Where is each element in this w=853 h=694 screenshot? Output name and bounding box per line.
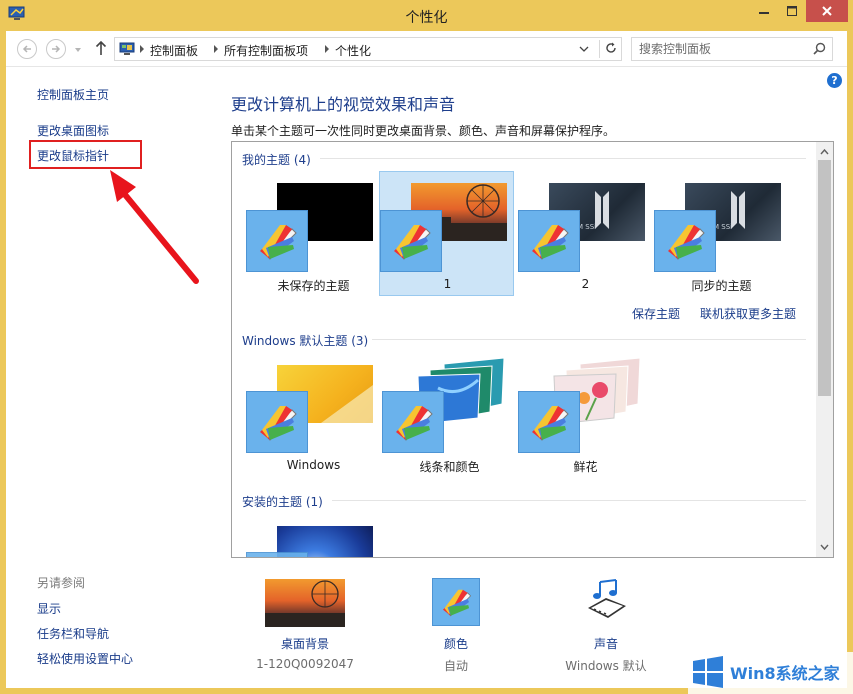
sound-item[interactable]: 声音 Windows 默认 [556,577,656,673]
desktop-background-item[interactable]: 桌面背景 1-120Q0092047 [250,577,360,671]
theme-item[interactable]: 鲜花 [518,353,653,478]
scrollbar-thumb[interactable] [818,160,831,396]
chevron-down-icon [579,46,589,52]
theme-label: Windows [286,458,341,472]
group-heading-default-themes: Windows 默认主题 (3) [242,334,369,348]
annotation-highlight-box [29,140,142,169]
color-swatch-icon [380,210,442,272]
page-description: 单击某个主题可一次性同时更改桌面背景、颜色、声音和屏幕保护程序。 [231,124,616,138]
group-heading-my-themes: 我的主题 (4) [242,153,311,167]
minimize-icon [759,12,769,14]
desktop-background-thumbnail [265,579,345,627]
display-link[interactable]: 显示 [37,600,61,617]
chevron-down-icon [820,544,829,551]
close-button[interactable] [806,0,848,22]
theme-item[interactable]: Windows [246,353,381,478]
search-box[interactable] [631,37,833,61]
theme-label: 线条和颜色 [419,460,480,474]
color-swatch-icon [382,391,444,453]
search-icon[interactable] [813,42,826,58]
maximize-button[interactable] [778,0,806,22]
theme-label: 未保存的主题 [277,279,350,293]
save-theme-link[interactable]: 保存主题 [632,305,680,322]
chevron-down-icon [75,48,81,52]
scroll-up-button[interactable] [820,145,829,159]
desktop-background-value: 1-120Q0092047 [256,657,354,671]
help-icon[interactable]: ? [827,73,842,88]
watermark-text: Win8系统之家 [730,664,840,683]
group-divider [320,158,806,159]
color-swatch-icon [246,391,308,453]
theme-item[interactable]: 未保存的主题 [246,172,381,297]
search-input[interactable] [639,41,809,57]
sound-value: Windows 默认 [565,659,647,673]
theme-label: 同步的主题 [691,279,752,293]
address-bar[interactable]: 控制面板 所有控制面板项 个性化 [114,37,622,61]
title-bar: 个性化 [0,0,853,31]
theme-item[interactable] [246,516,381,557]
navigation-bar: 控制面板 所有控制面板项 个性化 [6,31,847,67]
theme-list[interactable]: 我的主题 (4) 未保存的主题 1 M SSi 2 M SSi 同步的主题 保存… [231,141,834,558]
color-icon [432,578,480,626]
window-title: 个性化 [405,10,448,26]
taskbar-navigation-link[interactable]: 任务栏和导航 [37,625,109,642]
arrow-left-icon [22,45,31,53]
color-value: 自动 [443,659,468,673]
client-area: 控制面板 所有控制面板项 个性化 ? [6,31,847,688]
sound-label[interactable]: 声音 [556,635,656,652]
ease-of-access-link[interactable]: 轻松使用设置中心 [37,650,133,667]
arrow-right-icon [52,45,61,53]
watermark: Win8系统之家 [688,652,853,694]
arrow-up-icon [95,40,107,55]
refresh-button[interactable] [604,41,618,58]
color-swatch-icon [246,210,308,272]
breadcrumb-separator-icon [325,45,329,53]
breadcrumb-separator-icon [214,45,218,53]
theme-item-selected[interactable]: 1 [379,171,514,296]
vertical-scrollbar[interactable] [816,142,833,557]
see-also-heading: 另请参阅 [37,576,86,590]
breadcrumb-control-panel[interactable]: 控制面板 [150,42,198,59]
theme-item[interactable]: M SSi 同步的主题 [654,172,789,297]
color-swatch-icon [246,552,308,557]
windows-logo-icon [693,656,723,688]
color-swatch-icon [518,210,580,272]
recent-locations-button[interactable] [74,43,82,57]
refresh-icon [606,42,616,53]
color-item[interactable]: 颜色 自动 [416,577,496,673]
chevron-up-icon [820,148,829,155]
address-dropdown-button[interactable] [579,43,589,57]
control-panel-home-link[interactable]: 控制面板主页 [37,86,109,103]
theme-label: 1 [443,277,452,291]
minimize-button[interactable] [750,0,778,22]
color-swatch-icon [518,391,580,453]
page-title: 更改计算机上的视觉效果和声音 [231,95,456,114]
control-panel-icon [119,41,135,60]
color-swatch-icon [654,210,716,272]
change-desktop-icons-link[interactable]: 更改桌面图标 [37,122,109,139]
theme-label: 鲜花 [573,460,598,474]
theme-item[interactable]: M SSi 2 [518,172,653,297]
close-icon [822,6,832,16]
window: 个性化 控制面板 所有控制面板项 个性化 搜索控制面板 ? 控制面板主页 更改桌… [0,0,853,694]
back-button[interactable] [17,39,37,59]
annotation-arrow-icon [110,170,199,284]
color-label[interactable]: 颜色 [416,635,496,652]
sound-icon [582,578,630,626]
theme-item[interactable]: 线条和颜色 [382,353,517,478]
group-divider [332,500,806,501]
group-heading-installed-themes: 安装的主题 (1) [242,495,323,509]
maximize-icon [787,6,797,16]
breadcrumb-separator-icon [140,45,144,53]
breadcrumb-all-items[interactable]: 所有控制面板项 [224,42,308,59]
scroll-down-button[interactable] [820,540,829,554]
up-button[interactable] [95,40,107,59]
address-divider [599,40,600,58]
desktop-background-label[interactable]: 桌面背景 [250,635,360,652]
group-divider [372,339,806,340]
forward-button[interactable] [46,39,66,59]
breadcrumb-personalization[interactable]: 个性化 [335,42,371,59]
theme-label: 2 [581,277,590,291]
get-more-themes-online-link[interactable]: 联机获取更多主题 [700,305,796,322]
